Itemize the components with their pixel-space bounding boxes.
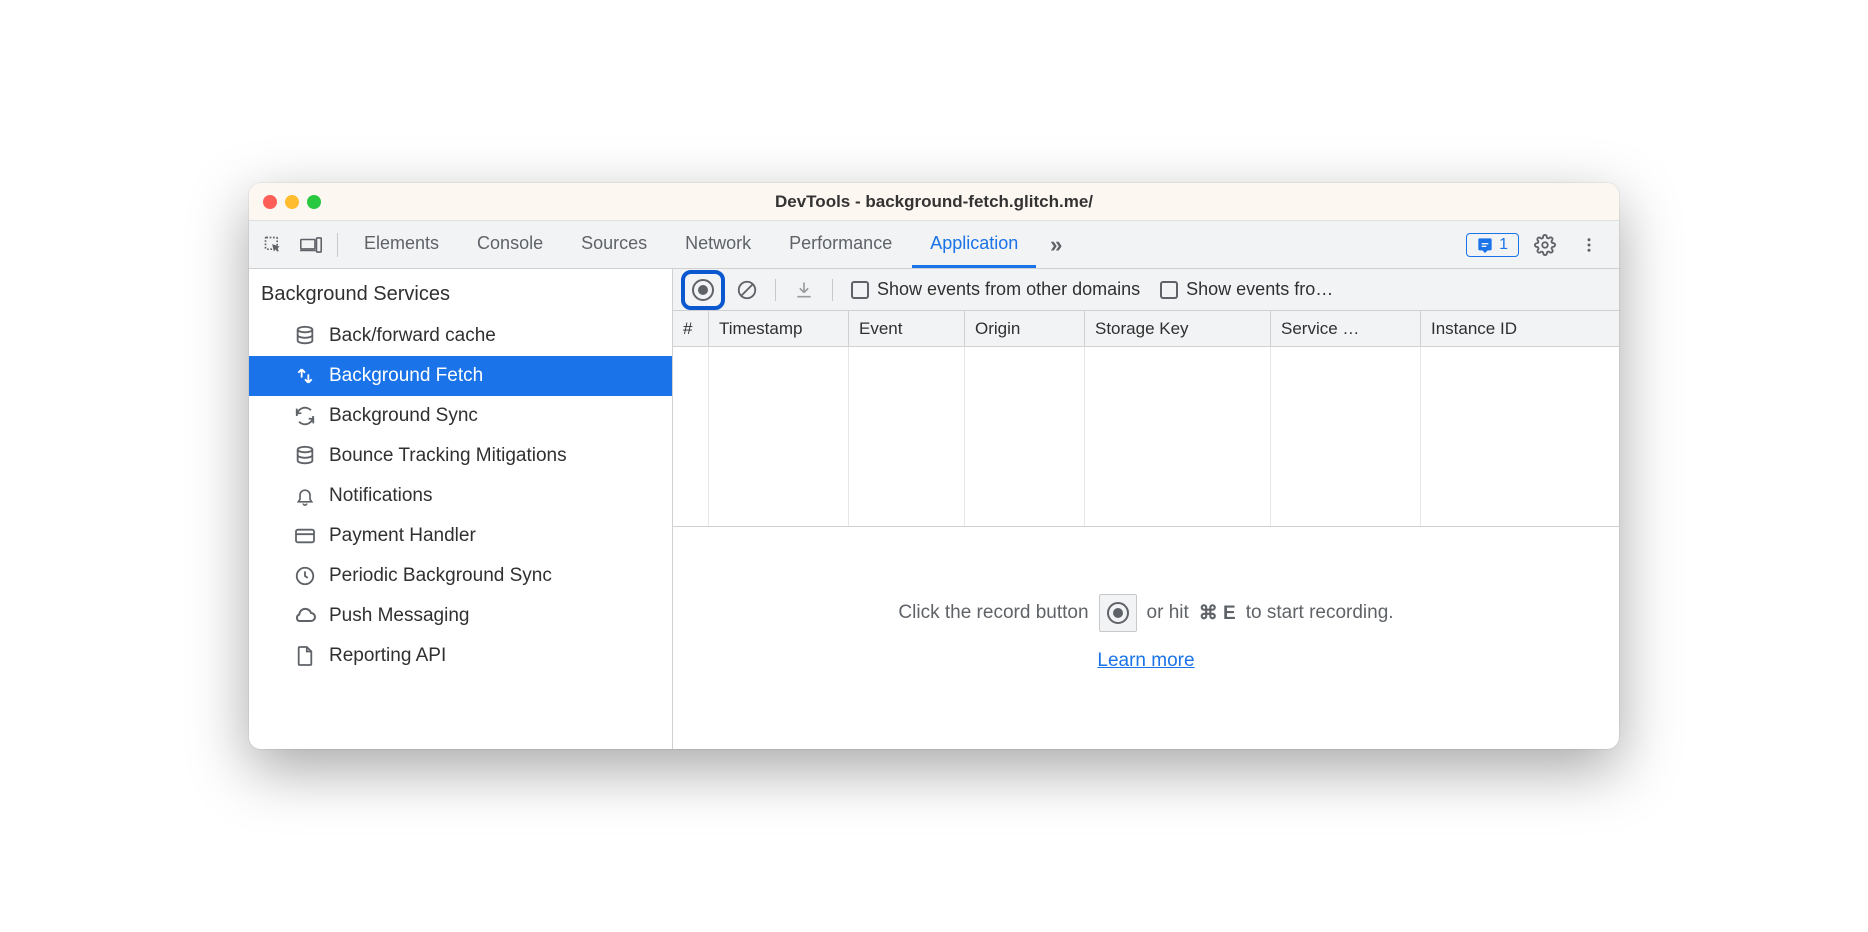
sidebar-item-background-sync[interactable]: Background Sync bbox=[249, 396, 672, 436]
payment-icon bbox=[293, 527, 317, 545]
tab-application[interactable]: Application bbox=[912, 221, 1036, 268]
action-bar: Show events from other domains Show even… bbox=[673, 269, 1619, 311]
checkbox-label: Show events fro… bbox=[1186, 279, 1333, 300]
sidebar-item-push-messaging[interactable]: Push Messaging bbox=[249, 596, 672, 636]
tab-console[interactable]: Console bbox=[459, 221, 561, 268]
close-window-button[interactable] bbox=[263, 195, 277, 209]
table-column bbox=[849, 347, 965, 526]
cloud-icon bbox=[293, 607, 317, 625]
kebab-menu-icon[interactable] bbox=[1571, 227, 1607, 263]
column-header[interactable]: Origin bbox=[965, 311, 1085, 346]
tab-sources[interactable]: Sources bbox=[563, 221, 665, 268]
devtools-window: DevTools - background-fetch.glitch.me/ E… bbox=[249, 183, 1619, 749]
table-column bbox=[965, 347, 1085, 526]
checkbox-other-storage[interactable]: Show events fro… bbox=[1152, 279, 1341, 300]
inspect-icon[interactable] bbox=[255, 227, 291, 263]
empty-text-post: to start recording. bbox=[1246, 602, 1394, 624]
record-icon bbox=[1107, 602, 1129, 624]
issues-count: 1 bbox=[1499, 236, 1508, 254]
zoom-window-button[interactable] bbox=[307, 195, 321, 209]
checkbox-icon bbox=[1160, 281, 1178, 299]
tab-network[interactable]: Network bbox=[667, 221, 769, 268]
device-toggle-icon[interactable] bbox=[293, 227, 329, 263]
section-title: Background Services bbox=[249, 269, 672, 316]
database-icon bbox=[293, 325, 317, 347]
sidebar-item-label: Notifications bbox=[329, 485, 433, 507]
sidebar-item-label: Payment Handler bbox=[329, 525, 476, 547]
more-tabs-icon[interactable]: » bbox=[1038, 227, 1074, 263]
tab-elements[interactable]: Elements bbox=[346, 221, 457, 268]
table-column bbox=[1421, 347, 1619, 526]
table-column bbox=[709, 347, 849, 526]
main-panel: Show events from other domains Show even… bbox=[673, 269, 1619, 749]
tab-performance[interactable]: Performance bbox=[771, 221, 910, 268]
column-header[interactable]: Service … bbox=[1271, 311, 1421, 346]
checkbox-icon bbox=[851, 281, 869, 299]
settings-icon[interactable] bbox=[1527, 227, 1563, 263]
sidebar-item-periodic-background-sync[interactable]: Periodic Background Sync bbox=[249, 556, 672, 596]
empty-text-mid: or hit bbox=[1147, 602, 1189, 624]
clock-icon bbox=[293, 565, 317, 587]
record-button[interactable] bbox=[681, 270, 725, 310]
sidebar-item-payment-handler[interactable]: Payment Handler bbox=[249, 516, 672, 556]
sync-icon bbox=[293, 405, 317, 427]
sidebar-item-label: Push Messaging bbox=[329, 605, 469, 627]
column-header[interactable]: Event bbox=[849, 311, 965, 346]
keyboard-shortcut: ⌘ E bbox=[1199, 602, 1236, 625]
column-header[interactable]: # bbox=[673, 311, 709, 346]
sidebar-item-label: Background Sync bbox=[329, 405, 478, 427]
column-header[interactable]: Storage Key bbox=[1085, 311, 1271, 346]
window-title: DevTools - background-fetch.glitch.me/ bbox=[249, 192, 1619, 212]
panel-tabs: Elements Console Sources Network Perform… bbox=[346, 221, 1036, 268]
download-icon[interactable] bbox=[786, 274, 822, 306]
main-toolbar: Elements Console Sources Network Perform… bbox=[249, 221, 1619, 269]
minimize-window-button[interactable] bbox=[285, 195, 299, 209]
sidebar-tree: Back/forward cache Background Fetch Backgr… bbox=[249, 316, 672, 676]
clear-icon[interactable] bbox=[729, 274, 765, 306]
table-column bbox=[1085, 347, 1271, 526]
record-icon bbox=[692, 279, 714, 301]
sidebar-item-label: Bounce Tracking Mitigations bbox=[329, 445, 567, 467]
table-header: #TimestampEventOriginStorage KeyService … bbox=[673, 311, 1619, 347]
checkbox-label: Show events from other domains bbox=[877, 279, 1140, 300]
content-area: Background Services Back/forward cacheBa… bbox=[249, 269, 1619, 749]
separator bbox=[832, 279, 833, 301]
separator bbox=[775, 279, 776, 301]
traffic-lights bbox=[249, 195, 321, 209]
issues-badge[interactable]: 1 bbox=[1466, 233, 1519, 257]
titlebar: DevTools - background-fetch.glitch.me/ bbox=[249, 183, 1619, 221]
bell-icon bbox=[293, 485, 317, 507]
sidebar-item-background-fetch[interactable]: Background Fetch bbox=[249, 356, 672, 396]
sidebar-item-label: Back/forward cache bbox=[329, 325, 496, 347]
sidebar-item-label: Periodic Background Sync bbox=[329, 565, 552, 587]
empty-text-pre: Click the record button bbox=[898, 602, 1088, 624]
column-header[interactable]: Timestamp bbox=[709, 311, 849, 346]
learn-more-link[interactable]: Learn more bbox=[1097, 650, 1194, 672]
file-icon bbox=[293, 645, 317, 667]
database-icon bbox=[293, 445, 317, 467]
separator bbox=[337, 233, 338, 257]
table-column bbox=[1271, 347, 1421, 526]
checkbox-other-domains[interactable]: Show events from other domains bbox=[843, 279, 1148, 300]
table-body bbox=[673, 347, 1619, 527]
record-hint-button[interactable] bbox=[1099, 594, 1137, 632]
sidebar-item-label: Reporting API bbox=[329, 645, 446, 667]
empty-state: Click the record button or hit ⌘ E to st… bbox=[673, 527, 1619, 749]
sidebar-item-reporting-api[interactable]: Reporting API bbox=[249, 636, 672, 676]
sidebar-item-label: Background Fetch bbox=[329, 365, 483, 387]
sidebar-item-bounce-tracking-mitigations[interactable]: Bounce Tracking Mitigations bbox=[249, 436, 672, 476]
table-column bbox=[673, 347, 709, 526]
column-header[interactable]: Instance ID bbox=[1421, 311, 1619, 346]
sidebar-item-notifications[interactable]: Notifications bbox=[249, 476, 672, 516]
sidebar-item-back-forward-cache[interactable]: Back/forward cache bbox=[249, 316, 672, 356]
fetch-icon bbox=[293, 366, 317, 386]
application-sidebar: Background Services Back/forward cacheBa… bbox=[249, 269, 673, 749]
